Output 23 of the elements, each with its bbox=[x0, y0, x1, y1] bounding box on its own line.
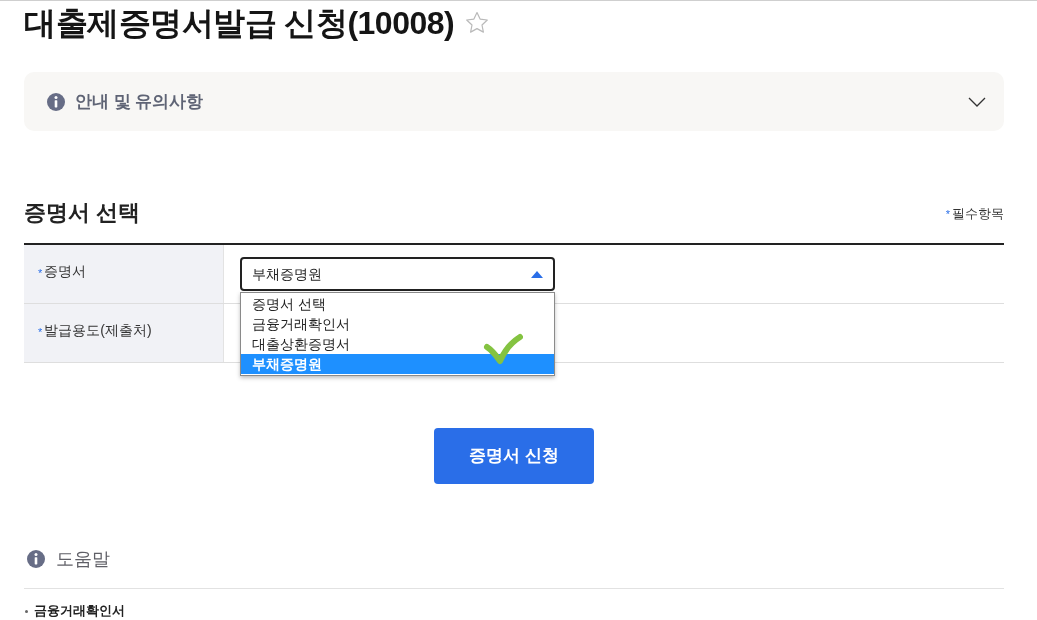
submit-button[interactable]: 증명서 신청 bbox=[434, 428, 594, 484]
help-title: 도움말 bbox=[56, 547, 110, 571]
bullet-icon bbox=[25, 609, 28, 613]
dropdown-option[interactable]: 금융거래확인서 bbox=[241, 314, 554, 334]
page-title: 대출제증명서발급 신청(10008) bbox=[24, 4, 455, 43]
help-item: 금융거래확인서 bbox=[34, 602, 125, 620]
dropdown-option[interactable]: 증명서 선택 bbox=[241, 294, 554, 314]
field-label: 증명서 bbox=[44, 261, 87, 281]
required-mark: * bbox=[38, 325, 43, 338]
info-icon bbox=[47, 92, 65, 111]
notice-accordion[interactable]: 안내 및 유의사항 bbox=[24, 72, 1004, 131]
star-icon[interactable] bbox=[465, 11, 490, 35]
chevron-down-icon[interactable] bbox=[968, 96, 986, 107]
check-mark-icon bbox=[483, 333, 523, 365]
info-icon bbox=[27, 550, 45, 568]
required-mark: * bbox=[945, 208, 950, 220]
certificate-select[interactable]: 부채증명원 bbox=[240, 257, 555, 291]
required-mark: * bbox=[38, 266, 43, 279]
dropdown-option[interactable]: 대출상환증명서 bbox=[241, 334, 554, 354]
required-note: 필수항목 bbox=[952, 205, 1004, 224]
field-label: 발급용도(제출처) bbox=[44, 320, 152, 340]
caret-up-icon[interactable] bbox=[531, 270, 543, 278]
section-title: 증명서 선택 bbox=[24, 199, 141, 227]
